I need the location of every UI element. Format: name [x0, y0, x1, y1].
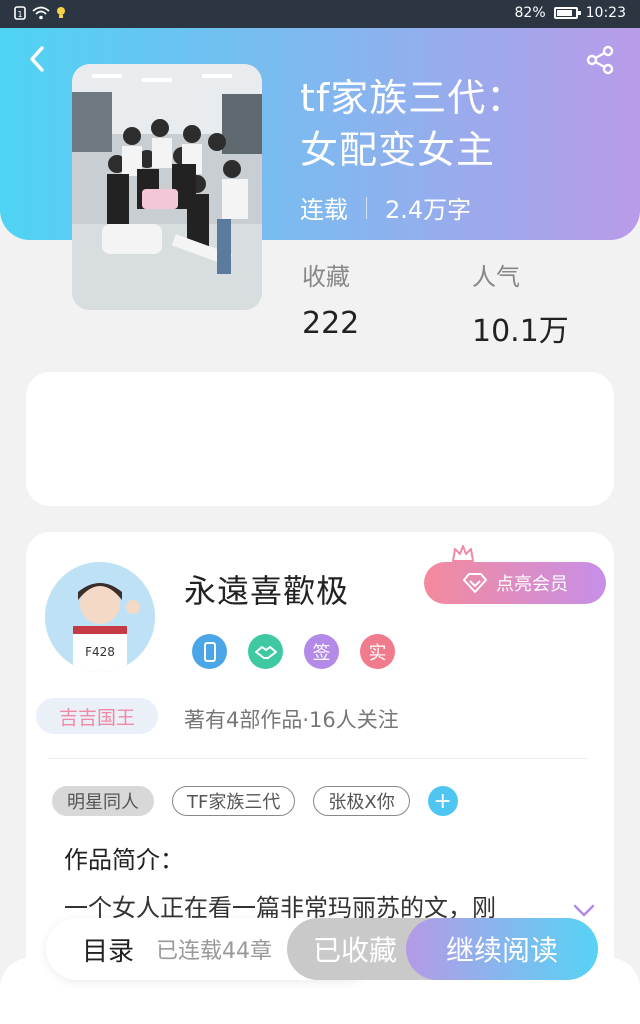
svg-text:F428: F428: [85, 645, 115, 659]
battery-percent: 82%: [514, 5, 546, 21]
word-count: 2.4万字: [385, 196, 472, 224]
serial-status: 连载: [300, 196, 348, 224]
author-badges: 签 实: [192, 634, 395, 669]
svg-text:1: 1: [17, 10, 22, 19]
avatar[interactable]: F428: [45, 562, 155, 672]
tag-item[interactable]: TF家族三代: [172, 786, 296, 816]
phone-badge-icon: [192, 634, 227, 669]
diamond-icon: [463, 573, 487, 593]
favorites-label: 收藏: [302, 263, 350, 291]
divider: [48, 758, 588, 759]
empty-card: [26, 372, 614, 506]
book-title: tf家族三代： 女配变女主: [300, 72, 600, 176]
meta-divider: [366, 196, 367, 219]
activate-membership-button[interactable]: 点亮会员: [424, 562, 606, 604]
tag-item[interactable]: 明星同人: [52, 786, 154, 816]
popularity-label: 人气: [472, 263, 520, 291]
popularity-value: 10.1万: [472, 314, 569, 349]
tag-list: 明星同人 TF家族三代 张极X你 +: [52, 786, 458, 816]
book-title-line1: tf家族三代：: [300, 76, 526, 120]
chapter-count: 已连载44章: [156, 939, 273, 964]
continue-reading-label: 继续阅读: [445, 934, 558, 967]
favorites-stat: 收藏 222: [302, 262, 359, 341]
activate-membership-label: 点亮会员: [496, 574, 568, 595]
clock: 10:23: [585, 5, 626, 21]
crown-icon: [452, 545, 474, 562]
collected-label: 已收藏: [313, 934, 398, 967]
sign-badge: 签: [304, 634, 339, 669]
intro-title: 作品简介：: [64, 846, 184, 874]
popularity-stat: 人气 10.1万: [472, 262, 569, 350]
real-badge: 实: [360, 634, 395, 669]
sim-icon: 1: [14, 6, 26, 20]
works-info: 著有4部作品·16人关注: [184, 708, 399, 732]
author-name[interactable]: 永遠喜歡极: [184, 566, 349, 612]
book-title-line2: 女配变女主: [300, 128, 496, 172]
wifi-icon: [32, 6, 50, 20]
favorites-value: 222: [302, 306, 360, 341]
bulb-icon: [57, 7, 65, 18]
toc-label: 目录: [82, 936, 135, 967]
book-cover[interactable]: [72, 64, 262, 310]
back-icon[interactable]: [24, 44, 54, 74]
add-tag-button[interactable]: +: [427, 786, 458, 816]
battery-icon: [553, 7, 581, 19]
book-meta: 连载 2.4万字: [300, 190, 471, 225]
tag-item[interactable]: 张极X你: [313, 786, 410, 816]
level-tag: 吉吉国王: [36, 698, 158, 734]
handshake-badge-icon: [248, 634, 283, 669]
status-bar: 1 82% 10:23: [0, 0, 640, 28]
continue-reading-button[interactable]: 继续阅读: [406, 918, 598, 980]
chevron-down-icon[interactable]: [572, 903, 596, 919]
